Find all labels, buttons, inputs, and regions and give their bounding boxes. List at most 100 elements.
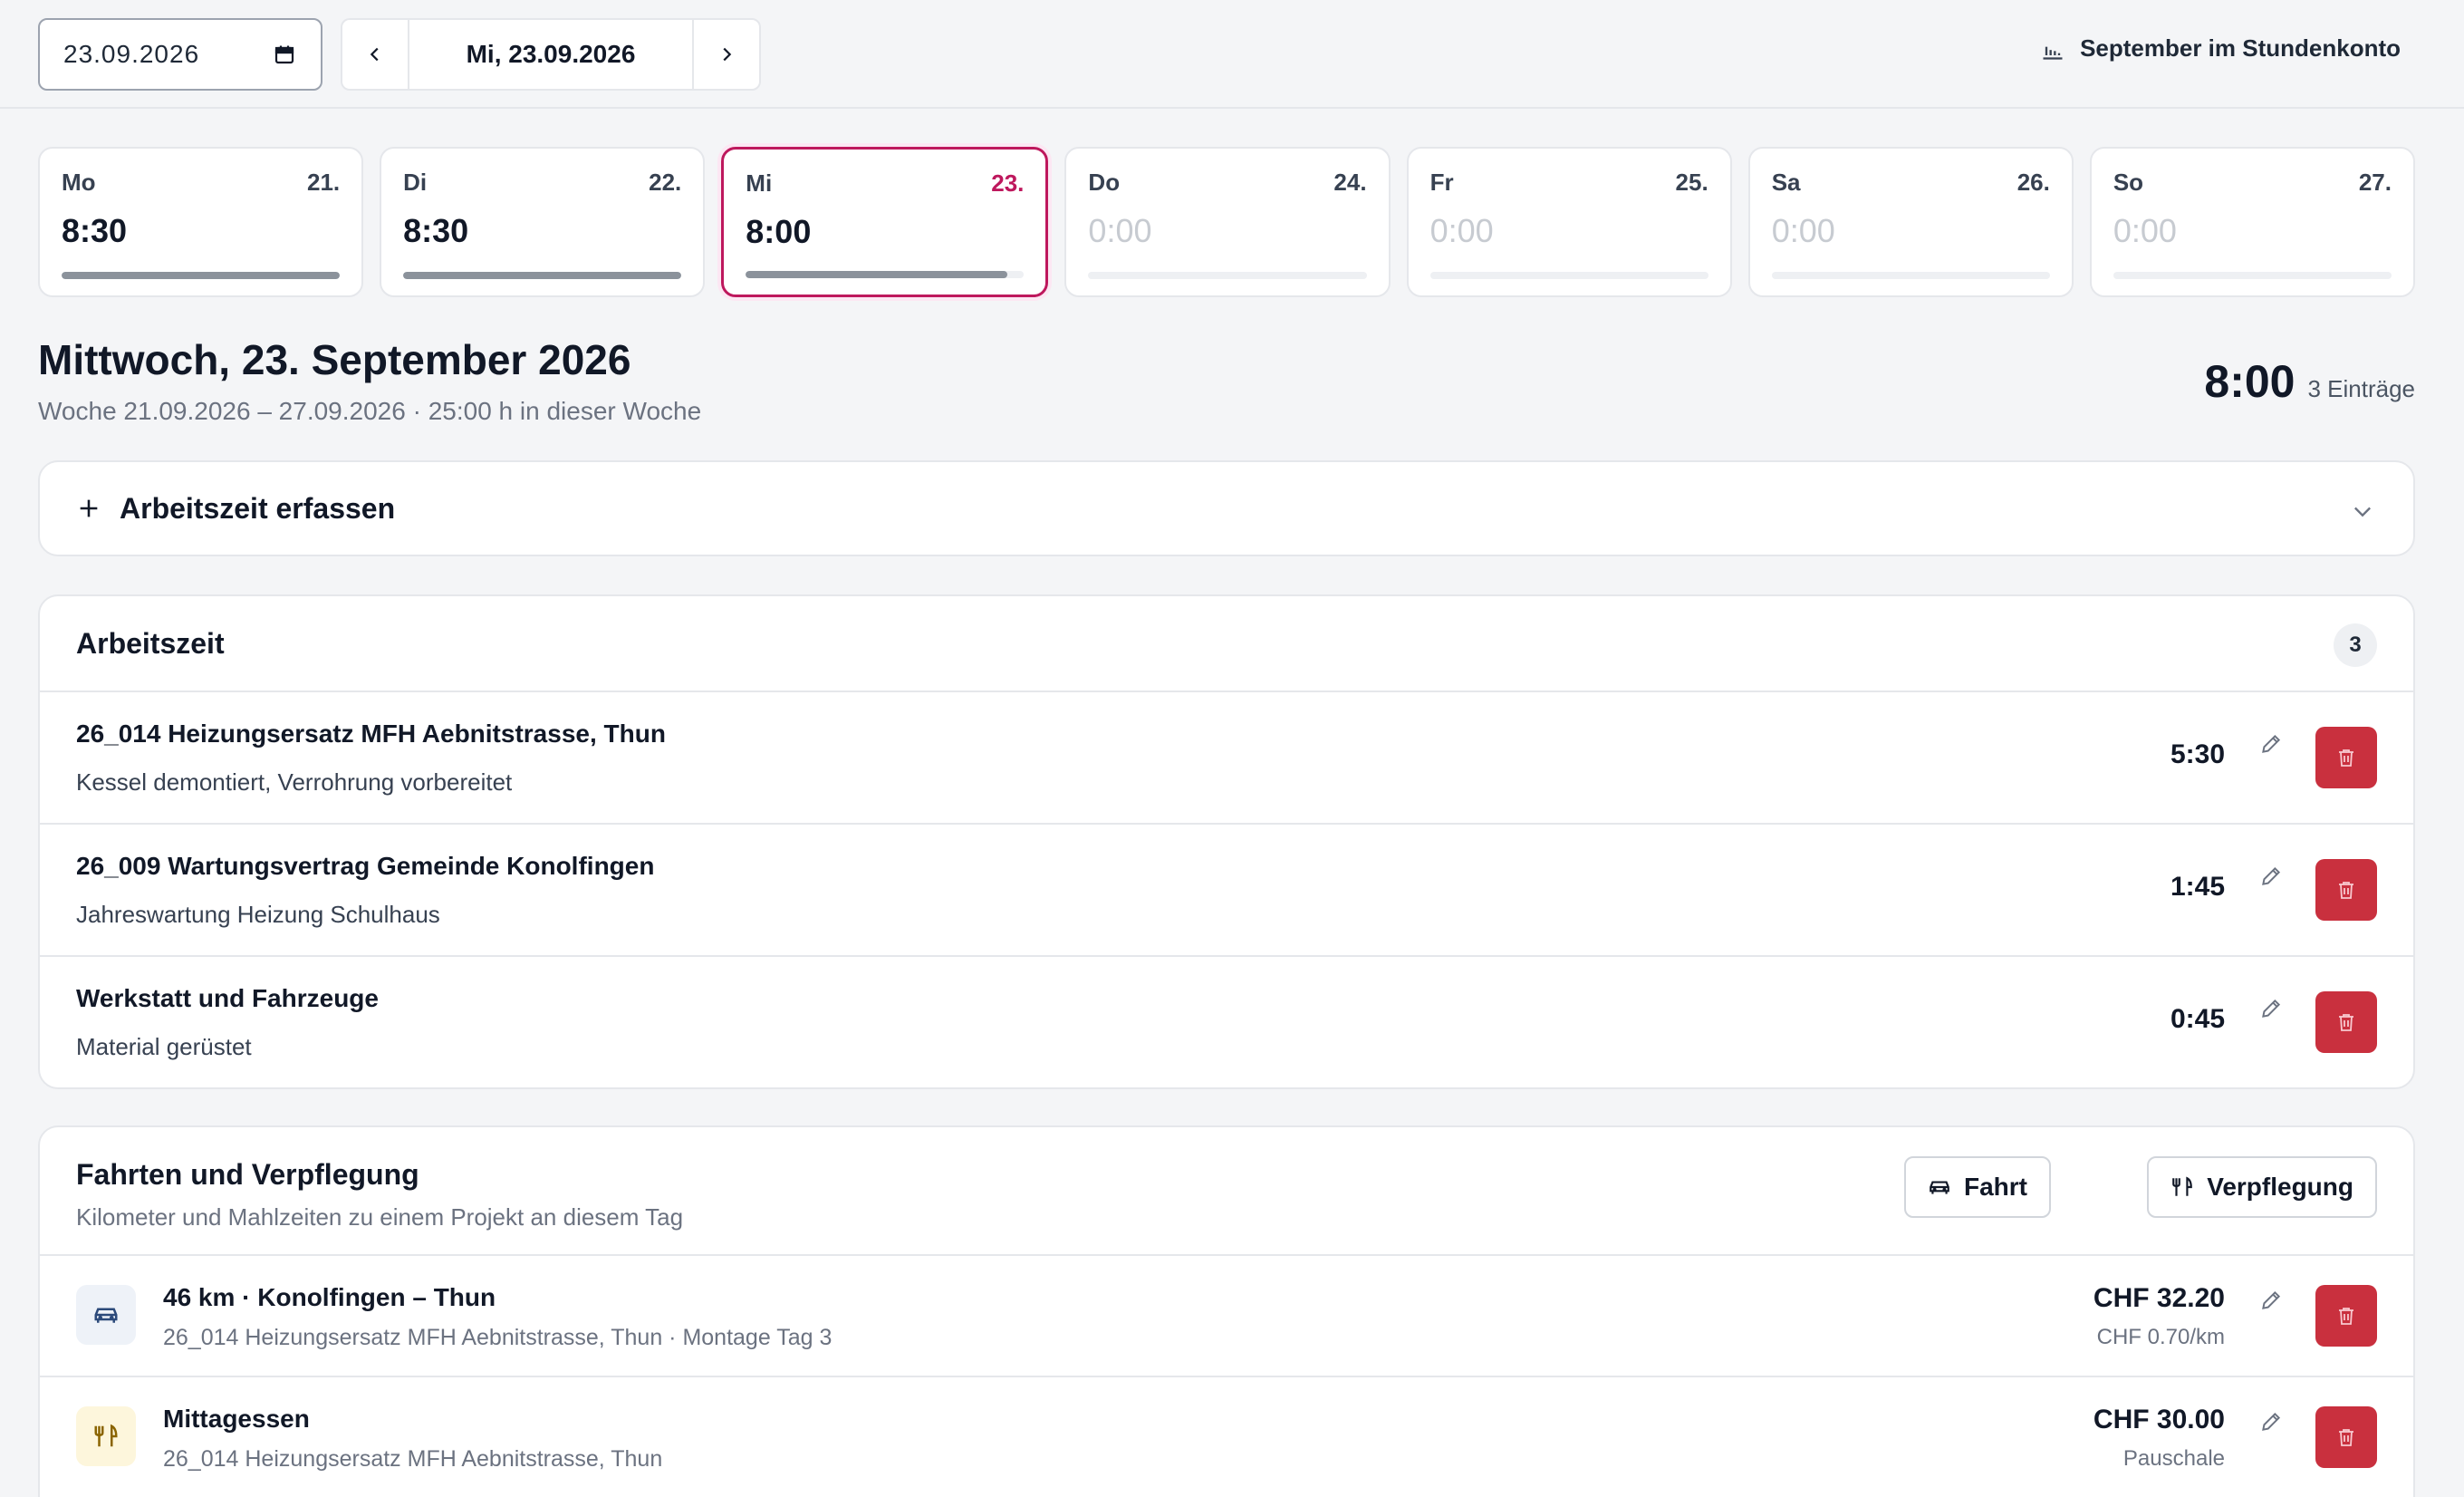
worktime-duration: 1:45: [2170, 872, 2225, 902]
delete-button[interactable]: [2315, 991, 2377, 1053]
utensils-icon: [94, 1424, 118, 1447]
day-date: 25.: [1675, 169, 1708, 196]
trash-icon: [2339, 1308, 2353, 1325]
day-weekday: Di: [403, 169, 428, 196]
worktime-project: 26_009 Wartungsvertrag Gemeinde Konolfin…: [76, 852, 655, 880]
date-input[interactable]: 23.09.2026: [38, 18, 322, 91]
day-progress-bar: [1771, 272, 2050, 279]
day-date: 24.: [1333, 169, 1367, 196]
worktime-description: Kessel demontiert, Verrohrung vorbereite…: [76, 768, 513, 796]
delete-button[interactable]: [2315, 859, 2377, 921]
expense-amount: CHF 32.20: [2093, 1283, 2225, 1313]
day-total: 8:00 3 Einträge: [2204, 355, 2415, 408]
chevron-left-icon: [370, 47, 379, 62]
pencil-icon[interactable]: [2259, 1289, 2283, 1312]
current-day-label: Mi, 23.09.2026: [408, 20, 694, 89]
add-worktime-label: Arbeitszeit erfassen: [120, 491, 396, 525]
day-weekday: Sa: [1771, 169, 1801, 196]
day-progress-bar: [2113, 272, 2392, 279]
delete-button[interactable]: [2315, 1406, 2377, 1468]
day-entry-count: 3 Einträge: [2307, 375, 2415, 402]
week-summary: Woche 21.09.2026 – 27.09.2026 · 25:00 h …: [38, 397, 702, 425]
expenses-subtitle: Kilometer und Mahlzeiten zu einem Projek…: [76, 1203, 684, 1231]
chevron-right-icon: [723, 47, 732, 62]
day-card-mo[interactable]: Mo 21. 8:30: [38, 147, 364, 297]
day-weekday: Fr: [1429, 169, 1454, 196]
add-trip-button[interactable]: Fahrt: [1904, 1156, 2051, 1218]
expense-title: 46 km · Konolfingen – Thun: [163, 1283, 496, 1311]
day-hours: 8:30: [62, 212, 128, 249]
pencil-icon[interactable]: [2259, 732, 2283, 756]
stundenkonto-link[interactable]: September im Stundenkonto: [2040, 34, 2401, 63]
day-hours: 0:00: [1429, 212, 1494, 249]
expense-detail: 26_014 Heizungsersatz MFH Aebnitstrasse,…: [163, 1325, 833, 1350]
day-card-do[interactable]: Do 24. 0:00: [1064, 147, 1391, 297]
next-day-button[interactable]: [694, 20, 759, 89]
worktime-duration: 5:30: [2170, 739, 2225, 769]
day-progress-bar: [62, 272, 341, 279]
expenses-section: Fahrten und Verpflegung Kilometer und Ma…: [38, 1125, 2415, 1497]
expense-detail: 26_014 Heizungsersatz MFH Aebnitstrasse,…: [163, 1446, 663, 1472]
calendar-icon[interactable]: [274, 43, 295, 65]
day-heading: Mittwoch, 23. September 2026 Woche 21.09…: [38, 335, 701, 426]
day-date: 21.: [306, 169, 341, 196]
add-worktime-toggle[interactable]: Arbeitszeit erfassen: [38, 460, 2415, 556]
trash-icon: [2339, 1014, 2353, 1031]
day-card-sa[interactable]: Sa 26. 0:00: [1747, 147, 2074, 297]
expense-icon-tile: [76, 1406, 136, 1466]
day-hours: 0:00: [1088, 212, 1152, 249]
stundenkonto-label: September im Stundenkonto: [2080, 34, 2401, 62]
previous-day-button[interactable]: [342, 20, 408, 89]
week-strip: Mo 21. 8:30 Di 22. 8:30 Mi 23. 8:00 Do 2…: [38, 147, 2415, 297]
add-meal-label: Verpflegung: [2207, 1173, 2353, 1201]
worktime-title: Arbeitszeit: [76, 626, 225, 660]
expense-rate: CHF 0.70/km: [2096, 1325, 2225, 1349]
bar-chart-icon: [2043, 46, 2063, 60]
day-card-mi[interactable]: Mi 23. 8:00: [721, 147, 1049, 297]
day-card-fr[interactable]: Fr 25. 0:00: [1406, 147, 1732, 297]
utensils-icon: [2172, 1176, 2193, 1196]
day-progress-bar: [1088, 272, 1367, 279]
date-input-value: 23.09.2026: [63, 40, 200, 68]
day-hours: 0:00: [2113, 212, 2177, 249]
expense-row: 46 km · Konolfingen – Thun 26_014 Heizun…: [40, 1256, 2413, 1377]
worktime-duration: 0:45: [2170, 1004, 2225, 1034]
worktime-row: Werkstatt und Fahrzeuge Material gerüste…: [40, 957, 2413, 1087]
day-hours: 0:00: [1771, 212, 1835, 249]
day-hours: 8:30: [403, 212, 469, 249]
page-title: Mittwoch, 23. September 2026: [38, 336, 631, 383]
expenses-title: Fahrten und Verpflegung: [76, 1158, 419, 1191]
day-date: 23.: [991, 169, 1025, 197]
day-date: 22.: [649, 169, 682, 196]
day-weekday: Do: [1088, 169, 1121, 196]
car-icon: [1930, 1181, 1949, 1194]
worktime-description: Jahreswartung Heizung Schulhaus: [76, 901, 440, 928]
delete-button[interactable]: [2315, 727, 2377, 788]
day-hours: 8:00: [746, 213, 812, 250]
day-date: 26.: [2016, 169, 2050, 196]
worktime-section: Arbeitszeit 3 26_014 Heizungsersatz MFH …: [38, 594, 2415, 1089]
expense-title: Mittagessen: [163, 1405, 310, 1433]
day-date: 27.: [2358, 169, 2392, 196]
expense-rate: Pauschale: [2122, 1446, 2225, 1471]
day-progress-bar: [1429, 272, 1708, 279]
day-progress-bar: [746, 271, 1025, 278]
worktime-project: Werkstatt und Fahrzeuge: [76, 984, 379, 1012]
day-progress-fill: [403, 272, 682, 279]
worktime-project: 26_014 Heizungsersatz MFH Aebnitstrasse,…: [76, 720, 666, 748]
car-icon: [94, 1308, 118, 1323]
trash-icon: [2339, 882, 2353, 899]
pencil-icon[interactable]: [2259, 997, 2283, 1020]
day-card-di[interactable]: Di 22. 8:30: [380, 147, 706, 297]
day-card-so[interactable]: So 27. 0:00: [2089, 147, 2415, 297]
worktime-count-badge: 3: [2334, 623, 2377, 667]
day-navigator: Mi, 23.09.2026: [341, 18, 761, 91]
day-progress-fill: [746, 271, 1007, 278]
expense-row: Mittagessen 26_014 Heizungsersatz MFH Ae…: [40, 1377, 2413, 1497]
delete-button[interactable]: [2315, 1285, 2377, 1347]
add-meal-button[interactable]: Verpflegung: [2147, 1156, 2377, 1218]
trash-icon: [2339, 749, 2353, 767]
pencil-icon[interactable]: [2259, 864, 2283, 888]
pencil-icon[interactable]: [2259, 1410, 2283, 1434]
expenses-header: Fahrten und Verpflegung Kilometer und Ma…: [40, 1127, 2413, 1256]
